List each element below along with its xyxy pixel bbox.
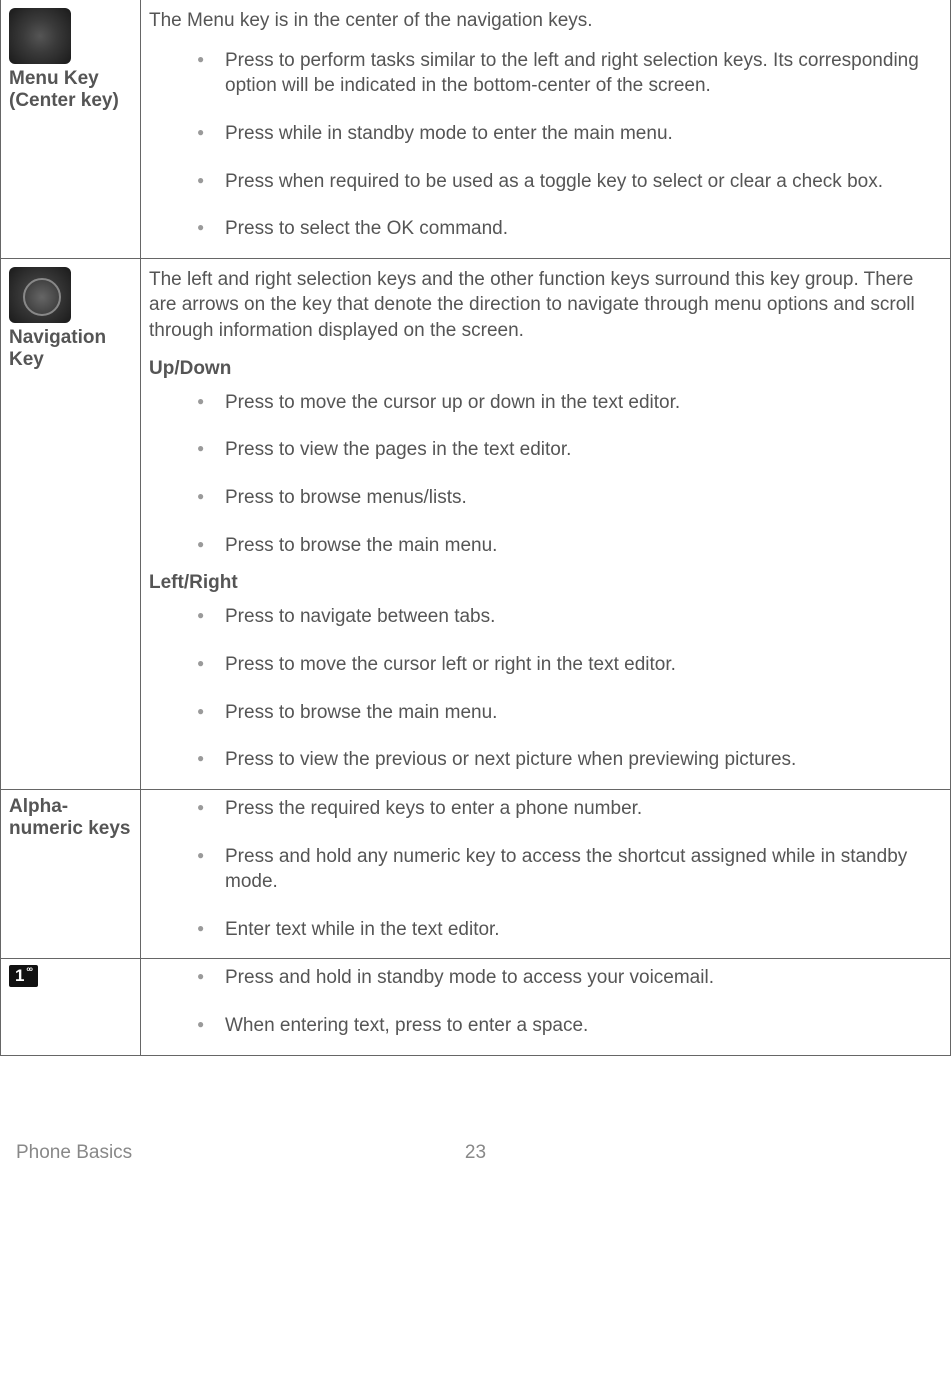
key-description-cell: The Menu key is in the center of the nav… bbox=[141, 0, 951, 258]
key-label-cell: Alpha-numeric keys bbox=[1, 789, 141, 959]
menu-key-icon bbox=[9, 8, 71, 64]
bullet-item: Press to view the pages in the text edit… bbox=[197, 437, 934, 463]
table-row: 1ᵒᵒ Press and hold in standby mode to acc… bbox=[1, 959, 951, 1055]
bullet-item: Press while in standby mode to enter the… bbox=[197, 121, 934, 147]
keys-table: Menu Key (Center key) The Menu key is in … bbox=[0, 0, 951, 1056]
key-description-cell: The left and right selection keys and th… bbox=[141, 258, 951, 789]
bullet-list: Press to navigate between tabs. Press to … bbox=[149, 604, 942, 773]
bullet-item: Press to move the cursor up or down in t… bbox=[197, 390, 934, 416]
bullet-list: Press to move the cursor up or down in t… bbox=[149, 390, 942, 559]
footer-section: Phone Basics bbox=[16, 1142, 132, 1164]
bullet-item: Press to browse menus/lists. bbox=[197, 485, 934, 511]
bullet-item: Press to perform tasks similar to the le… bbox=[197, 48, 934, 99]
table-row: Alpha-numeric keys Press the required key… bbox=[1, 789, 951, 959]
table-row: Navigation Key The left and right selecti… bbox=[1, 258, 951, 789]
key-label-cell: Menu Key (Center key) bbox=[1, 0, 141, 258]
bullet-list: Press to perform tasks similar to the le… bbox=[149, 48, 942, 242]
bullet-item: Enter text while in the text editor. bbox=[197, 917, 934, 943]
key-1-digit: 1 bbox=[15, 966, 24, 985]
bullet-item: Press to select the OK command. bbox=[197, 216, 934, 242]
bullet-item: Press to move the cursor left or right i… bbox=[197, 652, 934, 678]
bullet-item: Press to navigate between tabs. bbox=[197, 604, 934, 630]
voicemail-icon: ᵒᵒ bbox=[26, 965, 31, 975]
key-intro: The Menu key is in the center of the nav… bbox=[149, 8, 942, 34]
bullet-item: Press when required to be used as a togg… bbox=[197, 169, 934, 195]
page-footer: Phone Basics 23 bbox=[0, 1102, 951, 1162]
footer-page-number: 23 bbox=[465, 1142, 486, 1164]
table-row: Menu Key (Center key) The Menu key is in … bbox=[1, 0, 951, 258]
section-heading: Up/Down bbox=[149, 358, 942, 380]
bullet-list: Press and hold in standby mode to access… bbox=[149, 965, 942, 1038]
key-label: Navigation Key bbox=[9, 327, 132, 371]
section-heading: Left/Right bbox=[149, 572, 942, 594]
key-label-cell: Navigation Key bbox=[1, 258, 141, 789]
key-description-cell: Press and hold in standby mode to access… bbox=[141, 959, 951, 1055]
key-1-icon: 1ᵒᵒ bbox=[9, 965, 38, 987]
bullet-item: Press to browse the main menu. bbox=[197, 700, 934, 726]
bullet-item: Press to view the previous or next pictu… bbox=[197, 747, 934, 773]
key-label: Alpha-numeric keys bbox=[9, 796, 132, 840]
key-label: Menu Key (Center key) bbox=[9, 68, 132, 112]
key-label-cell: 1ᵒᵒ bbox=[1, 959, 141, 1055]
key-description-cell: Press the required keys to enter a phone… bbox=[141, 789, 951, 959]
bullet-item: Press and hold any numeric key to access… bbox=[197, 844, 934, 895]
key-intro: The left and right selection keys and th… bbox=[149, 267, 942, 344]
navigation-key-icon bbox=[9, 267, 71, 323]
bullet-item: Press the required keys to enter a phone… bbox=[197, 796, 934, 822]
bullet-item: Press to browse the main menu. bbox=[197, 533, 934, 559]
bullet-list: Press the required keys to enter a phone… bbox=[149, 796, 942, 943]
bullet-item: When entering text, press to enter a spa… bbox=[197, 1013, 934, 1039]
bullet-item: Press and hold in standby mode to access… bbox=[197, 965, 934, 991]
